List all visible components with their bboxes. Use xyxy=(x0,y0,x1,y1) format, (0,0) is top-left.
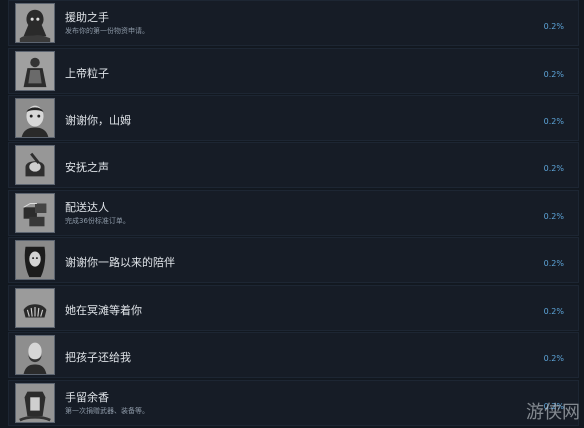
unlock-percentage: 0.2% xyxy=(543,212,564,221)
achievement-row: 配送达人完成36份标准订单。 0.2% xyxy=(8,190,579,236)
achievement-row: 谢谢你一路以来的陪伴 0.2% xyxy=(8,237,579,283)
achievement-row: 把孩子还给我 0.2% xyxy=(8,332,579,378)
unlock-percentage: 0.2% xyxy=(543,354,564,363)
unlock-percentage: 0.2% xyxy=(543,259,564,268)
achievement-title: 把孩子还给我 xyxy=(65,351,131,364)
container-icon xyxy=(15,383,55,423)
achievement-title: 手留余香 xyxy=(65,391,109,404)
achievement-title: 谢谢你，山姆 xyxy=(65,114,131,127)
cargo-crate-icon xyxy=(15,193,55,233)
achievement-title: 谢谢你一路以来的陪伴 xyxy=(65,256,175,269)
achievement-title: 上帝粒子 xyxy=(65,67,109,80)
baby-pod-icon xyxy=(15,145,55,185)
unlock-percentage: 0.2% xyxy=(543,117,564,126)
long-hair-portrait-icon xyxy=(15,240,55,280)
achievement-row: 手留余香 第一次捐赠武器、装备等。 0.2% xyxy=(8,380,579,426)
achievement-title: 她在冥滩等着你 xyxy=(65,304,142,317)
shell-icon xyxy=(15,288,55,328)
achievement-row: 她在冥滩等着你 0.2% xyxy=(8,285,579,331)
face-portrait-icon xyxy=(15,98,55,138)
achievement-description: 第一次捐赠武器、装备等。 xyxy=(65,407,149,415)
unlock-percentage: 0.2% xyxy=(543,164,564,173)
hooded-figure-icon xyxy=(15,3,55,43)
unlock-percentage: 0.2% xyxy=(543,307,564,316)
achievement-description: 发布你的第一份物资申请。 xyxy=(65,27,149,35)
achievement-row: 安抚之声 0.2% xyxy=(8,142,579,188)
unlock-percentage: 0.2% xyxy=(543,70,564,79)
achievement-row: 上帝粒子 0.2% xyxy=(8,48,579,94)
unlock-percentage: 0.2% xyxy=(543,22,564,31)
achievement-row: 谢谢你，山姆 0.2% xyxy=(8,95,579,141)
achievement-title: 安抚之声 xyxy=(65,161,109,174)
achievement-description: 完成36份标准订单。 xyxy=(65,217,130,225)
bearded-portrait-icon xyxy=(15,335,55,375)
robed-figure-icon xyxy=(15,51,55,91)
achievement-row: 援助之手发布你的第一份物资申请。 0.2% xyxy=(8,0,579,46)
watermark-logo: 游侠网 xyxy=(526,402,580,423)
achievement-title: 配送达人 xyxy=(65,201,109,214)
achievement-title: 援助之手 xyxy=(65,11,109,24)
